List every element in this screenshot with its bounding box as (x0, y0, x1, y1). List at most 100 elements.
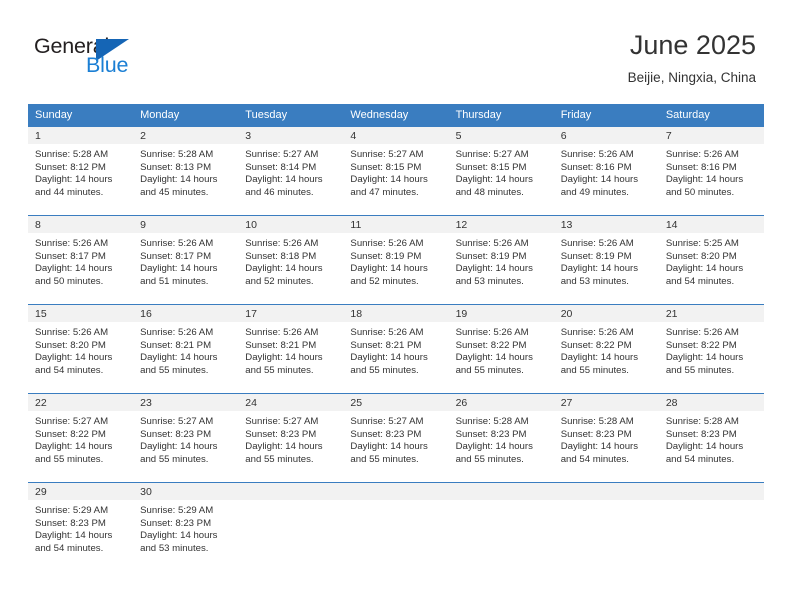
day-details (238, 500, 343, 505)
calendar-cell: 28 Sunrise: 5:28 AM Sunset: 8:23 PM Dayligh… (658, 393, 764, 482)
calendar-cell: 25 Sunrise: 5:27 AM Sunset: 8:23 PM Dayligh… (343, 393, 449, 482)
day-details: Sunrise: 5:25 AM Sunset: 8:20 PM Daylight:… (659, 233, 764, 288)
day-details: Sunrise: 5:26 AM Sunset: 8:21 PM Daylight:… (238, 322, 343, 377)
sunset-text: Sunset: 8:19 PM (455, 250, 527, 262)
calendar-day-cell[interactable]: 4 Sunrise: 5:27 AM Sunset: 8:15 PM Daylight… (343, 126, 449, 215)
daylight-text-line2: and 50 minutes. (35, 275, 104, 287)
calendar-day-cell[interactable]: 14 Sunrise: 5:25 AM Sunset: 8:20 PM Dayligh… (658, 215, 764, 304)
day-details (449, 500, 554, 505)
calendar-day-cell[interactable]: 22 Sunrise: 5:27 AM Sunset: 8:22 PM Dayligh… (28, 393, 134, 482)
calendar-day-cell[interactable]: 26 Sunrise: 5:28 AM Sunset: 8:23 PM Dayligh… (448, 393, 554, 482)
calendar-day-cell[interactable]: 12 Sunrise: 5:26 AM Sunset: 8:19 PM Dayligh… (448, 215, 554, 304)
calendar-day-cell[interactable]: 23 Sunrise: 5:27 AM Sunset: 8:23 PM Dayligh… (133, 393, 239, 482)
sunset-text: Sunset: 8:16 PM (560, 161, 632, 173)
day-number: 13 (553, 216, 659, 233)
calendar-day-cell[interactable]: 6 Sunrise: 5:26 AM Sunset: 8:16 PM Daylight… (553, 126, 659, 215)
calendar-day-cell[interactable]: 5 Sunrise: 5:27 AM Sunset: 8:15 PM Daylight… (448, 126, 554, 215)
daylight-text-line2: and 55 minutes. (455, 364, 524, 376)
calendar-day-cell[interactable]: 15 Sunrise: 5:26 AM Sunset: 8:20 PM Dayligh… (28, 304, 134, 393)
sunset-text: Sunset: 8:23 PM (455, 428, 527, 440)
sunset-text: Sunset: 8:19 PM (560, 250, 632, 262)
daylight-text-line1: Daylight: 14 hours (35, 352, 113, 364)
daylight-text-line2: and 52 minutes. (245, 275, 314, 287)
calendar-day-cell[interactable]: 17 Sunrise: 5:26 AM Sunset: 8:21 PM Dayligh… (238, 304, 344, 393)
daylight-text-line1: Daylight: 14 hours (455, 352, 533, 364)
calendar-cell: 7 Sunrise: 5:26 AM Sunset: 8:16 PM Daylight… (658, 126, 764, 215)
calendar-day-cell[interactable]: 18 Sunrise: 5:26 AM Sunset: 8:21 PM Dayligh… (343, 304, 449, 393)
sunset-text: Sunset: 8:20 PM (665, 250, 737, 262)
calendar-day-cell[interactable]: 25 Sunrise: 5:27 AM Sunset: 8:23 PM Dayligh… (343, 393, 449, 482)
sunset-text: Sunset: 8:23 PM (140, 517, 212, 529)
daylight-text-line1: Daylight: 14 hours (455, 263, 533, 275)
calendar-day-cell[interactable]: 10 Sunrise: 5:26 AM Sunset: 8:18 PM Dayligh… (238, 215, 344, 304)
daylight-text-line2: and 53 minutes. (455, 275, 524, 287)
day-details (659, 500, 764, 505)
calendar-day-cell[interactable]: 28 Sunrise: 5:28 AM Sunset: 8:23 PM Dayligh… (658, 393, 764, 482)
calendar-day-cell[interactable]: 16 Sunrise: 5:26 AM Sunset: 8:21 PM Dayligh… (133, 304, 239, 393)
calendar-cell: 14 Sunrise: 5:25 AM Sunset: 8:20 PM Dayligh… (658, 215, 764, 304)
title-block: June 2025 Beijie, Ningxia, China (628, 30, 756, 86)
day-details: Sunrise: 5:29 AM Sunset: 8:23 PM Daylight:… (28, 500, 133, 555)
calendar-day-cell[interactable]: 1 Sunrise: 5:28 AM Sunset: 8:12 PM Daylight… (28, 126, 134, 215)
day-details: Sunrise: 5:26 AM Sunset: 8:16 PM Daylight:… (554, 144, 659, 199)
day-details: Sunrise: 5:26 AM Sunset: 8:18 PM Daylight:… (238, 233, 343, 288)
calendar-day-cell[interactable]: 20 Sunrise: 5:26 AM Sunset: 8:22 PM Dayligh… (553, 304, 659, 393)
day-number: 19 (448, 305, 554, 322)
day-number (553, 483, 659, 500)
sunrise-text: Sunrise: 5:27 AM (350, 149, 424, 160)
calendar-cell (448, 482, 554, 571)
sunrise-text: Sunrise: 5:26 AM (140, 327, 214, 338)
day-details: Sunrise: 5:26 AM Sunset: 8:19 PM Daylight:… (449, 233, 554, 288)
day-details: Sunrise: 5:26 AM Sunset: 8:22 PM Daylight:… (554, 322, 659, 377)
sunset-text: Sunset: 8:17 PM (35, 250, 106, 262)
daylight-text-line2: and 54 minutes. (665, 453, 735, 465)
sunrise-text: Sunrise: 5:27 AM (350, 416, 424, 427)
calendar-cell: 18 Sunrise: 5:26 AM Sunset: 8:21 PM Dayligh… (343, 304, 449, 393)
calendar-day-cell[interactable]: 19 Sunrise: 5:26 AM Sunset: 8:22 PM Dayligh… (448, 304, 554, 393)
day-number: 17 (238, 305, 344, 322)
calendar-table: Sunday Monday Tuesday Wednesday Thursday Frid… (28, 104, 764, 571)
calendar-day-cell[interactable]: 21 Sunrise: 5:26 AM Sunset: 8:22 PM Dayligh… (658, 304, 764, 393)
day-details: Sunrise: 5:26 AM Sunset: 8:17 PM Daylight:… (28, 233, 133, 288)
daylight-text-line1: Daylight: 14 hours (140, 352, 218, 364)
daylight-text-line2: and 54 minutes. (35, 542, 104, 554)
daylight-text-line1: Daylight: 14 hours (560, 263, 639, 275)
page-subtitle: Beijie, Ningxia, China (627, 69, 756, 85)
calendar-cell: 9 Sunrise: 5:26 AM Sunset: 8:17 PM Daylight… (133, 215, 239, 304)
calendar-day-cell[interactable]: 13 Sunrise: 5:26 AM Sunset: 8:19 PM Dayligh… (553, 215, 659, 304)
generalblue-logo[interactable]: General Blue (34, 35, 194, 88)
daylight-text-line2: and 53 minutes. (560, 275, 629, 287)
calendar-day-cell[interactable]: 7 Sunrise: 5:26 AM Sunset: 8:16 PM Daylight… (658, 126, 764, 215)
weekday-header-wednesday: Wednesday (343, 104, 449, 126)
calendar-cell: 20 Sunrise: 5:26 AM Sunset: 8:22 PM Dayligh… (553, 304, 659, 393)
sunrise-text: Sunrise: 5:28 AM (665, 416, 739, 427)
calendar-day-cell[interactable]: 8 Sunrise: 5:26 AM Sunset: 8:17 PM Daylight… (28, 215, 134, 304)
calendar-day-cell[interactable]: 3 Sunrise: 5:27 AM Sunset: 8:14 PM Daylight… (238, 126, 344, 215)
calendar-day-cell[interactable]: 2 Sunrise: 5:28 AM Sunset: 8:13 PM Daylight… (133, 126, 239, 215)
sunset-text: Sunset: 8:13 PM (140, 161, 212, 173)
day-number: 21 (658, 305, 764, 322)
calendar-day-cell[interactable]: 29 Sunrise: 5:29 AM Sunset: 8:23 PM Dayligh… (28, 482, 134, 571)
weekday-header-monday: Monday (133, 104, 239, 126)
daylight-text-line1: Daylight: 14 hours (665, 441, 744, 453)
daylight-text-line1: Daylight: 14 hours (350, 352, 428, 364)
calendar-day-cell[interactable]: 30 Sunrise: 5:29 AM Sunset: 8:23 PM Dayligh… (133, 482, 239, 571)
sunset-text: Sunset: 8:23 PM (665, 428, 737, 440)
calendar-day-cell[interactable]: 9 Sunrise: 5:26 AM Sunset: 8:17 PM Daylight… (133, 215, 239, 304)
sunset-text: Sunset: 8:23 PM (35, 517, 106, 529)
day-details: Sunrise: 5:26 AM Sunset: 8:22 PM Daylight:… (659, 322, 764, 377)
day-number: 20 (553, 305, 659, 322)
daylight-text-line1: Daylight: 14 hours (665, 174, 744, 186)
sunrise-text: Sunrise: 5:28 AM (455, 416, 529, 427)
day-number: 2 (133, 127, 239, 144)
day-number: 28 (658, 394, 764, 411)
calendar-page: General Blue June 2025 Beijie, Ningxia, … (0, 0, 792, 612)
daylight-text-line2: and 54 minutes. (665, 275, 735, 287)
sunrise-text: Sunrise: 5:26 AM (245, 238, 319, 249)
daylight-text-line1: Daylight: 14 hours (665, 352, 744, 364)
calendar-day-cell[interactable]: 24 Sunrise: 5:27 AM Sunset: 8:23 PM Dayligh… (238, 393, 344, 482)
day-number (238, 483, 344, 500)
calendar-day-cell[interactable]: 11 Sunrise: 5:26 AM Sunset: 8:19 PM Dayligh… (343, 215, 449, 304)
calendar-day-cell[interactable]: 27 Sunrise: 5:28 AM Sunset: 8:23 PM Dayligh… (553, 393, 659, 482)
day-details (343, 500, 448, 505)
